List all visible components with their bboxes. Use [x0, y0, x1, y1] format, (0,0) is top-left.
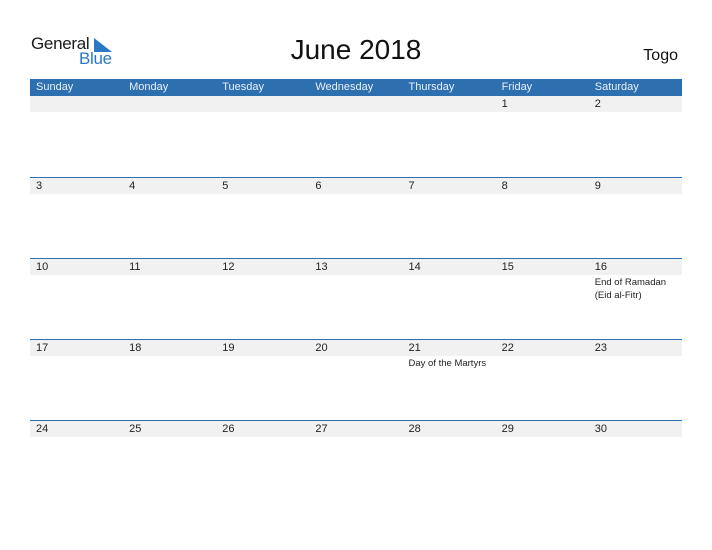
day-cell: 29 — [496, 420, 589, 437]
day-cell — [216, 96, 309, 112]
holiday-line: End of Ramadan — [594, 277, 667, 288]
days-row: 24 25 26 27 28 29 30 — [30, 420, 682, 437]
calendar-grid: Sunday Monday Tuesday Wednesday Thursday… — [30, 79, 682, 501]
weeks-container: 1 2 3 4 5 6 7 8 9 10 11 12 13 14 15 16 End of Ramadan (Ei… — [30, 96, 682, 501]
day-cell: 22 — [496, 339, 589, 370]
week-row: 17 18 19 20 21 Day of the Martyrs 22 23 — [30, 339, 682, 420]
days-row: 3 4 5 6 7 8 9 — [30, 177, 682, 194]
weekday-sunday: Sunday — [36, 81, 74, 93]
day-cell: 21 Day of the Martyrs — [403, 339, 496, 370]
day-cell: 27 — [309, 420, 402, 437]
week-row: 24 25 26 27 28 29 30 — [30, 420, 682, 501]
day-cell: 17 — [30, 339, 123, 370]
day-number: 26 — [222, 423, 235, 435]
days-row: 10 11 12 13 14 15 16 End of Ramadan (Eid al-Fitr… — [30, 258, 682, 302]
day-number — [315, 96, 402, 112]
day-cell: 10 — [30, 258, 123, 302]
days-row: 17 18 19 20 21 Day of the Martyrs 22 23 — [30, 339, 682, 370]
country-label: Togo — [643, 47, 678, 64]
day-cell: 2 — [589, 96, 682, 112]
weekday-monday: Monday — [129, 81, 169, 93]
day-number: 19 — [222, 342, 235, 354]
day-number: 21 — [408, 342, 421, 354]
day-number: 25 — [129, 423, 142, 435]
day-cell: 24 — [30, 420, 123, 437]
day-number: 10 — [36, 261, 49, 273]
week-row: 10 11 12 13 14 15 16 End of Ramadan (Eid al-Fitr… — [30, 258, 682, 339]
day-number: 2 — [594, 98, 601, 110]
day-number: 8 — [501, 180, 508, 192]
day-cell — [123, 96, 216, 112]
day-cell: 5 — [216, 177, 309, 194]
weekday-wednesday: Wednesday — [315, 81, 374, 93]
weekday-saturday: Saturday — [594, 81, 639, 93]
day-number: 23 — [594, 342, 607, 354]
day-cell: 1 — [496, 96, 589, 112]
weekday-header: Sunday Monday Tuesday Wednesday Thursday… — [30, 79, 682, 96]
day-number — [36, 96, 123, 112]
day-number: 6 — [315, 180, 322, 192]
day-cell: 19 — [216, 339, 309, 370]
holiday-line: Day of the Martyrs — [408, 358, 487, 369]
day-cell: 26 — [216, 420, 309, 437]
day-number — [129, 96, 216, 112]
day-number: 9 — [594, 180, 601, 192]
day-number: 17 — [36, 342, 49, 354]
day-number: 20 — [315, 342, 328, 354]
day-number: 30 — [594, 423, 607, 435]
weekday-tuesday: Tuesday — [222, 81, 265, 93]
day-number: 7 — [408, 180, 415, 192]
day-cell: 8 — [496, 177, 589, 194]
day-cell: 23 — [589, 339, 682, 370]
day-number: 14 — [408, 261, 421, 273]
day-number: 13 — [315, 261, 328, 273]
days-row: 12 — [30, 96, 682, 112]
day-cell: 11 — [123, 258, 216, 302]
day-cell — [30, 96, 123, 112]
day-cell: 28 — [403, 420, 496, 437]
holiday-line: (Eid al-Fitr) — [594, 290, 642, 301]
day-number: 27 — [315, 423, 328, 435]
day-number: 16 — [594, 261, 607, 273]
weekday-friday: Friday — [501, 81, 533, 93]
day-cell: 9 — [589, 177, 682, 194]
day-cell — [309, 96, 402, 112]
week-row: 3 4 5 6 7 8 9 — [30, 177, 682, 258]
day-number: 12 — [222, 261, 235, 273]
day-number: 24 — [36, 423, 49, 435]
day-cell: 18 — [123, 339, 216, 370]
day-number — [222, 96, 309, 112]
day-number: 15 — [501, 261, 514, 273]
holiday-label: End of Ramadan (Eid al-Fitr) — [595, 276, 682, 302]
day-number: 18 — [129, 342, 142, 354]
day-cell: 30 — [589, 420, 682, 437]
day-cell: 25 — [123, 420, 216, 437]
day-number: 28 — [408, 423, 421, 435]
day-cell: 7 — [403, 177, 496, 194]
day-number: 29 — [501, 423, 514, 435]
day-cell: 13 — [309, 258, 402, 302]
calendar-title: June 2018 — [290, 34, 422, 65]
week-row: 12 — [30, 96, 682, 177]
day-cell: 16 End of Ramadan (Eid al-Fitr) — [589, 258, 682, 302]
day-number: 4 — [129, 180, 136, 192]
day-cell: 3 — [30, 177, 123, 194]
day-number: 1 — [501, 98, 508, 110]
day-cell: 12 — [216, 258, 309, 302]
day-number: 11 — [129, 261, 141, 273]
weekday-thursday: Thursday — [408, 81, 455, 93]
day-cell: 14 — [403, 258, 496, 302]
holiday-label: Day of the Martyrs — [409, 357, 496, 370]
day-number: 5 — [222, 180, 229, 192]
day-cell: 6 — [309, 177, 402, 194]
day-cell: 15 — [496, 258, 589, 302]
day-number: 3 — [36, 180, 43, 192]
day-number — [409, 96, 496, 112]
day-cell — [403, 96, 496, 112]
day-number: 22 — [501, 342, 514, 354]
day-cell: 20 — [309, 339, 402, 370]
day-cell: 4 — [123, 177, 216, 194]
